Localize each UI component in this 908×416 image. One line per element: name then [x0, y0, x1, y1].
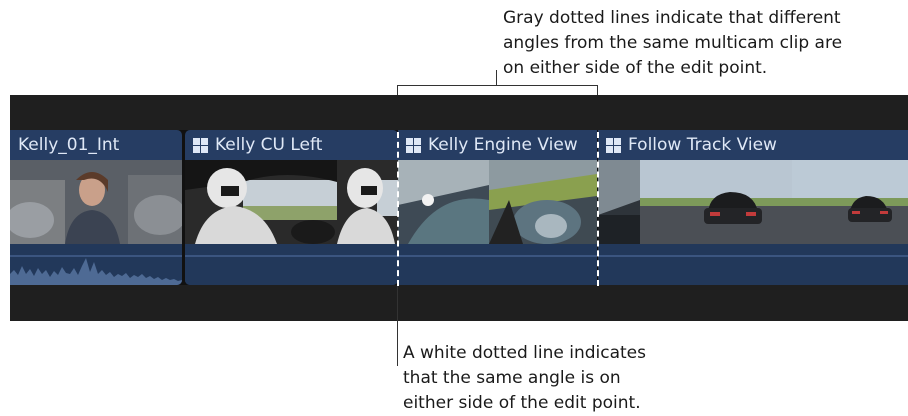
clip-title-row: Follow Track View [606, 134, 777, 156]
edit-point-same-angle-line[interactable] [397, 132, 399, 286]
clip-audio-waveform [10, 244, 182, 285]
clip-follow-track-view[interactable]: Follow Track View [598, 130, 908, 285]
multicam-icon [606, 137, 621, 153]
leader-top-stem [496, 70, 497, 86]
leader-bottom-stem [397, 286, 398, 366]
multicam-icon [193, 137, 208, 153]
clip-kelly-engine-view[interactable]: Kelly Engine View [398, 130, 597, 285]
clip-title-row: Kelly CU Left [193, 134, 322, 156]
clip-filmstrip [398, 160, 597, 244]
callout-line: on either side of the edit point. [503, 58, 768, 78]
clip-title: Kelly_01_Int [18, 135, 120, 155]
thumbnail [185, 160, 337, 244]
clip-filmstrip [598, 160, 908, 244]
clip-title: Kelly CU Left [215, 135, 323, 155]
audio-level-line [185, 255, 398, 257]
thumbnail [10, 160, 182, 244]
audio-level-line [398, 255, 597, 257]
clip-kelly-01-int[interactable]: Kelly_01_Int [10, 130, 182, 285]
thumbnail [792, 160, 908, 244]
thumbnail [598, 160, 640, 244]
callout-line: Gray dotted lines indicate that differen… [503, 8, 841, 28]
callout-line: that the same angle is on [403, 368, 621, 388]
clip-audio-track [598, 244, 908, 285]
clip-title-row: Kelly Engine View [406, 134, 578, 156]
callout-line: A white dotted line indicates [403, 343, 646, 363]
thumbnail [489, 160, 597, 244]
clip-title: Kelly Engine View [428, 135, 578, 155]
callout-line: either side of the edit point. [403, 393, 641, 413]
leader-top-bar [397, 85, 598, 86]
clip-title-row: Kelly_01_Int [18, 134, 119, 156]
clip-kelly-cu-left[interactable]: Kelly CU Left [185, 130, 398, 285]
clip-title: Follow Track View [628, 135, 777, 155]
callout-same-angle: A white dotted line indicates that the s… [403, 341, 646, 416]
clip-audio-track [185, 244, 398, 285]
callout-line: angles from the same multicam clip are [503, 33, 843, 53]
thumbnail [337, 160, 398, 244]
thumbnail [640, 160, 792, 244]
multicam-icon [406, 137, 421, 153]
clip-filmstrip [185, 160, 398, 244]
clip-audio-track [398, 244, 597, 285]
thumbnail [398, 160, 489, 244]
clip-filmstrip [10, 160, 182, 244]
callout-different-angles: Gray dotted lines indicate that differen… [503, 6, 842, 81]
edit-point-different-angle-line[interactable] [597, 132, 599, 286]
audio-level-line [598, 255, 908, 257]
